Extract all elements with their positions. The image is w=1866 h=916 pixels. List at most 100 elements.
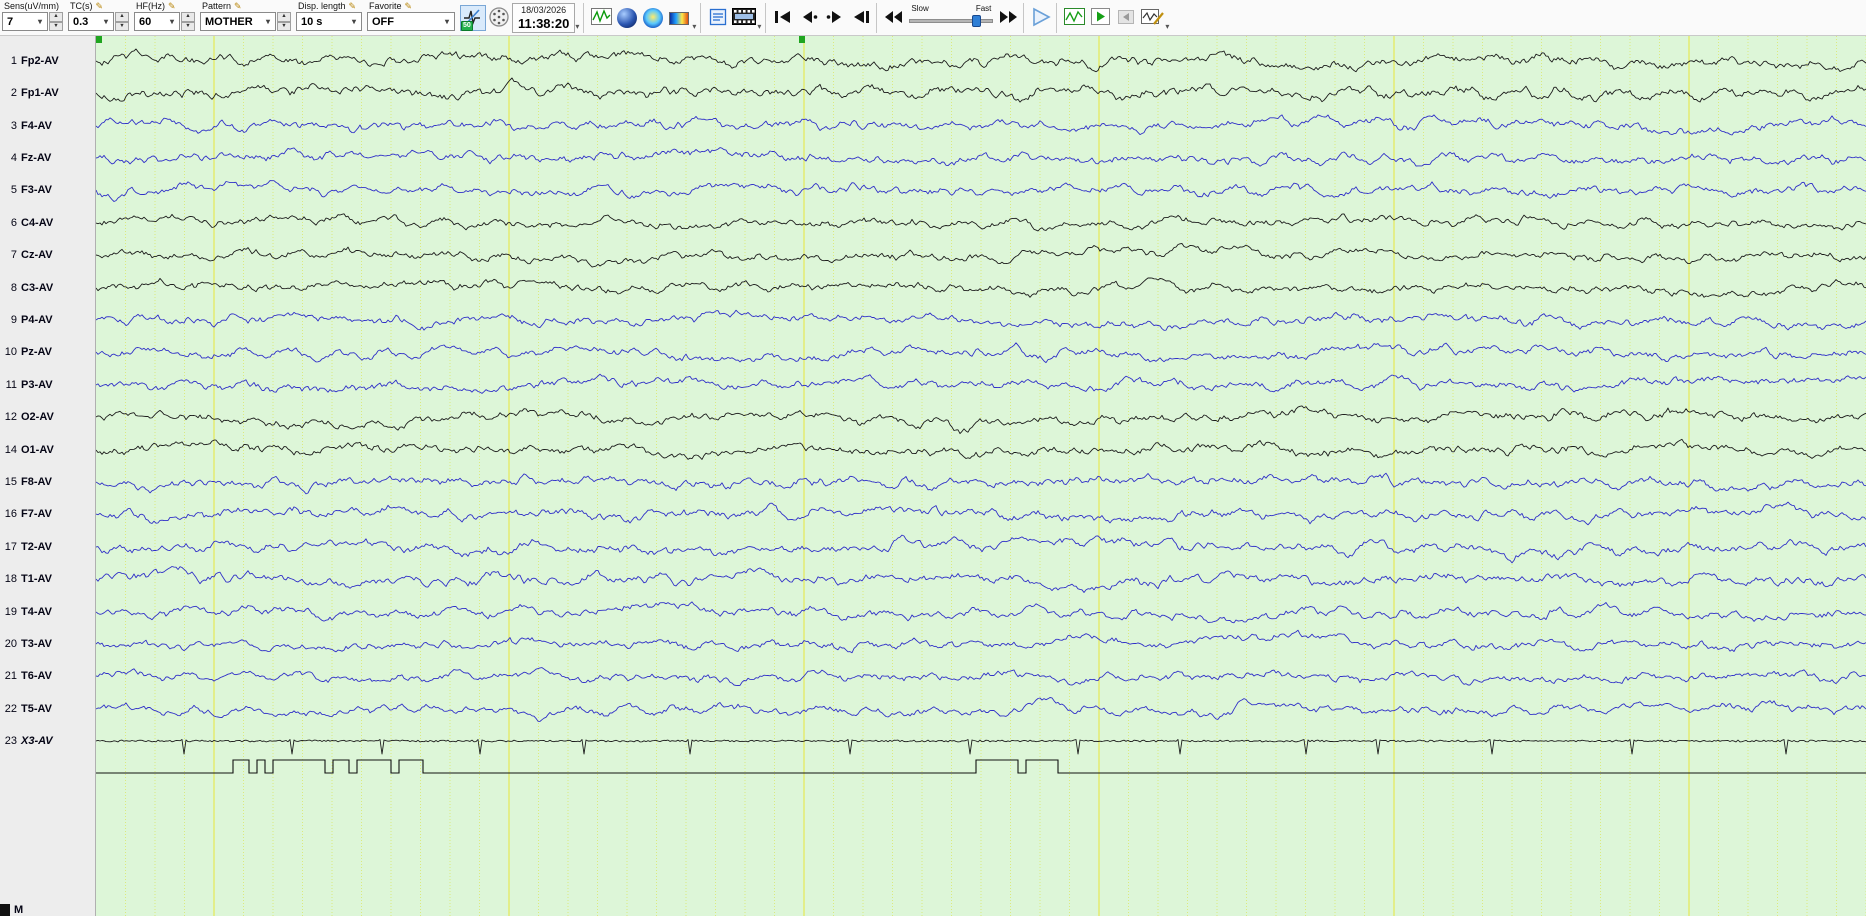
channel-label-row[interactable]: 7 Cz-AV [0, 247, 95, 263]
spin-down-icon[interactable]: ▼ [277, 21, 291, 31]
spectrogram-button[interactable] [666, 5, 692, 31]
skip-end-icon [852, 10, 870, 27]
channel-name: O2-AV [21, 411, 54, 423]
edit-pencil-icon[interactable]: ✎ [234, 2, 242, 11]
channel-number: 20 [4, 638, 17, 650]
channel-label-row[interactable]: 9 P4-AV [0, 312, 95, 328]
channel-label-row[interactable]: 23 X3-AV [0, 733, 95, 749]
speed-slider[interactable]: Slow Fast [909, 4, 994, 27]
electrode-map-button[interactable] [486, 5, 512, 31]
pattern-value: MOTHER [205, 15, 253, 28]
channel-label-row[interactable]: 20 T3-AV [0, 636, 95, 652]
fast-label: Fast [975, 4, 992, 13]
channel-name: T1-AV [21, 573, 52, 585]
toolbar-separator [583, 3, 585, 33]
edit-pencil-icon[interactable]: ✎ [405, 2, 413, 11]
channel-label-row[interactable]: 14 O1-AV [0, 442, 95, 458]
pattern-select[interactable]: MOTHER ▾ [200, 12, 276, 31]
channel-label-row[interactable]: 16 F7-AV [0, 506, 95, 522]
sensitivity-label: Sens(uV/mm) [4, 1, 60, 11]
channel-name: X3-AV [21, 735, 53, 747]
video-button[interactable] [731, 5, 757, 31]
step-forward-button[interactable] [822, 5, 848, 31]
channel-label-row[interactable]: 22 T5-AV [0, 701, 95, 717]
channel-label-row[interactable]: 11 P3-AV [0, 377, 95, 393]
channel-label-row[interactable]: 2 Fp1-AV [0, 85, 95, 101]
notch-filter-button[interactable]: 50 [460, 5, 486, 31]
head-3d-button[interactable] [614, 5, 640, 31]
eeg-traces-canvas[interactable] [96, 36, 1866, 916]
channel-label-row[interactable]: 5 F3-AV [0, 182, 95, 198]
high-freq-control: HF(Hz) ✎ 60 ▾ ▲ ▼ [134, 1, 195, 31]
favorite-select[interactable]: OFF ▾ [367, 12, 455, 31]
channel-name: P3-AV [21, 379, 53, 391]
time-text: 11:38:20 [518, 16, 570, 31]
high-freq-label: HF(Hz) [136, 1, 165, 11]
high-freq-value: 60 [139, 15, 152, 28]
brain-map-button[interactable] [640, 5, 666, 31]
channel-label-row[interactable]: 18 T1-AV [0, 571, 95, 587]
green-waveform-icon [1063, 8, 1085, 28]
display-length-select[interactable]: 10 s ▾ [296, 12, 362, 31]
rewind-button[interactable] [881, 5, 907, 31]
display-length-value: 10 s [301, 15, 323, 28]
prev-page-disabled-button[interactable] [1113, 5, 1139, 31]
skip-to-end-button[interactable] [848, 5, 874, 31]
chevron-down-icon[interactable]: ▾ [692, 22, 696, 31]
spin-up-icon[interactable]: ▲ [277, 12, 291, 22]
high-freq-select[interactable]: 60 ▾ [134, 12, 180, 31]
channel-label-row[interactable]: 21 T6-AV [0, 668, 95, 684]
montage-info-button[interactable] [705, 5, 731, 31]
chevron-down-icon: ▾ [37, 17, 42, 26]
channel-label-row[interactable]: 17 T2-AV [0, 539, 95, 555]
trend-wave-button[interactable] [1061, 5, 1087, 31]
chevron-down-icon[interactable]: ▾ [1165, 22, 1169, 31]
channel-number: 16 [4, 508, 17, 520]
speed-slider-handle[interactable] [972, 15, 982, 27]
channel-label-row[interactable]: 12 O2-AV [0, 409, 95, 425]
spin-down-icon[interactable]: ▼ [115, 21, 129, 31]
channel-label-row[interactable]: 3 F4-AV [0, 118, 95, 134]
marker-channel-row[interactable]: M [0, 904, 95, 916]
edit-pencil-icon[interactable]: ✎ [96, 2, 104, 11]
channel-label-row[interactable]: 1 Fp2-AV [0, 53, 95, 69]
favorite-control: Favorite ✎ OFF ▾ [367, 1, 455, 31]
channel-name: Fp1-AV [21, 87, 59, 99]
channel-label-row[interactable]: 8 C3-AV [0, 280, 95, 296]
time-constant-select[interactable]: 0.3 ▾ [68, 12, 114, 31]
channel-label-row[interactable]: 4 Fz-AV [0, 150, 95, 166]
channel-label-row[interactable]: 6 C4-AV [0, 215, 95, 231]
step-back-button[interactable] [796, 5, 822, 31]
channel-number: 3 [10, 120, 17, 132]
play-button[interactable] [1028, 5, 1054, 31]
channel-label-row[interactable]: 15 F8-AV [0, 474, 95, 490]
channel-number: 8 [10, 282, 17, 294]
sensitivity-select[interactable]: 7 ▾ [2, 12, 48, 31]
datetime-display[interactable]: 18/03/2026 11:38:20 [512, 3, 576, 33]
spin-up-icon[interactable]: ▲ [49, 12, 63, 22]
eeg-trace-area[interactable] [96, 36, 1866, 916]
spin-up-icon[interactable]: ▲ [181, 12, 195, 22]
speed-slider-track[interactable] [909, 15, 994, 27]
channel-number: 22 [4, 703, 17, 715]
chevron-down-icon[interactable]: ▾ [575, 22, 579, 31]
channel-label-row[interactable]: 10 Pz-AV [0, 344, 95, 360]
edit-pencil-icon[interactable]: ✎ [168, 2, 176, 11]
spin-down-icon[interactable]: ▼ [49, 21, 63, 31]
chevron-down-icon[interactable]: ▾ [757, 22, 761, 31]
channel-label-row[interactable]: 19 T4-AV [0, 604, 95, 620]
spin-down-icon[interactable]: ▼ [181, 21, 195, 31]
sensitivity-spinner: ▲ ▼ [49, 12, 63, 31]
waveform-monitor-button[interactable] [588, 5, 614, 31]
auto-play-button[interactable] [1087, 5, 1113, 31]
channel-name: Fz-AV [21, 152, 52, 164]
edit-pencil-icon[interactable]: ✎ [349, 2, 357, 11]
eeg-settings-button[interactable] [1139, 5, 1165, 31]
step-forward-icon [826, 10, 844, 27]
sensitivity-value: 7 [7, 15, 14, 28]
skip-to-start-button[interactable] [770, 5, 796, 31]
channel-name: C3-AV [21, 282, 54, 294]
spin-up-icon[interactable]: ▲ [115, 12, 129, 22]
fast-forward-button[interactable] [995, 5, 1021, 31]
chevron-down-icon: ▾ [169, 17, 174, 26]
